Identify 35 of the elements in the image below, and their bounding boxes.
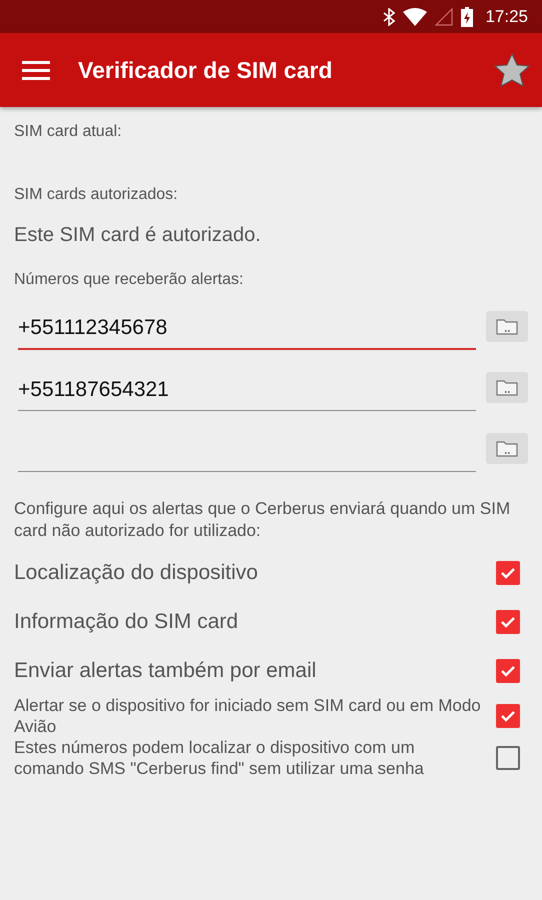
checkbox[interactable] bbox=[496, 746, 520, 770]
status-time: 17:25 bbox=[485, 6, 528, 26]
checkbox[interactable] bbox=[496, 560, 520, 584]
check-icon bbox=[500, 710, 516, 722]
cell-signal-icon bbox=[435, 8, 454, 26]
option-label: Enviar alertas também por email bbox=[14, 658, 316, 684]
alerts-intro-text: Configure aqui os alertas que o Cerberus enviará quando um SIM card não autorizado for utilizado: bbox=[14, 498, 512, 542]
phone-input-field[interactable]: +551187654321 bbox=[18, 378, 476, 411]
folder-icon bbox=[496, 440, 518, 457]
contacts-button[interactable] bbox=[486, 311, 528, 342]
check-icon bbox=[500, 616, 516, 628]
menu-icon[interactable] bbox=[22, 60, 50, 80]
option-label: Informação do SIM card bbox=[14, 608, 238, 634]
option-label: Estes números podem localizar o dispositivo com um comando SMS "Cerberus find" sem utilizar uma senha bbox=[14, 737, 425, 779]
star-icon[interactable] bbox=[494, 53, 530, 87]
bluetooth-icon bbox=[383, 8, 396, 26]
option-label: Alertar se o dispositivo for iniciado sem SIM card ou em Modo Avião bbox=[14, 695, 482, 737]
folder-icon bbox=[496, 318, 518, 335]
battery-icon bbox=[461, 6, 474, 26]
phone-input-field[interactable]: +551112345678 bbox=[18, 316, 476, 350]
check-icon bbox=[500, 664, 516, 676]
authorized-label: SIM cards autorizados: bbox=[14, 186, 179, 204]
contacts-button[interactable] bbox=[486, 433, 528, 464]
checkbox[interactable] bbox=[496, 610, 520, 634]
app-title: Verificador de SIM card bbox=[78, 56, 334, 84]
check-icon bbox=[500, 566, 516, 578]
authorized-status: Este SIM card é autorizado. bbox=[14, 224, 262, 247]
option-label: Localização do dispositivo bbox=[14, 560, 258, 586]
current-sim-label: SIM card atual: bbox=[14, 123, 123, 141]
wifi-icon bbox=[403, 8, 428, 26]
numbers-label: Números que receberão alertas: bbox=[14, 271, 244, 289]
checkbox[interactable] bbox=[496, 658, 520, 682]
checkbox[interactable] bbox=[496, 704, 520, 728]
contacts-button[interactable] bbox=[486, 372, 528, 403]
folder-icon bbox=[496, 379, 518, 396]
